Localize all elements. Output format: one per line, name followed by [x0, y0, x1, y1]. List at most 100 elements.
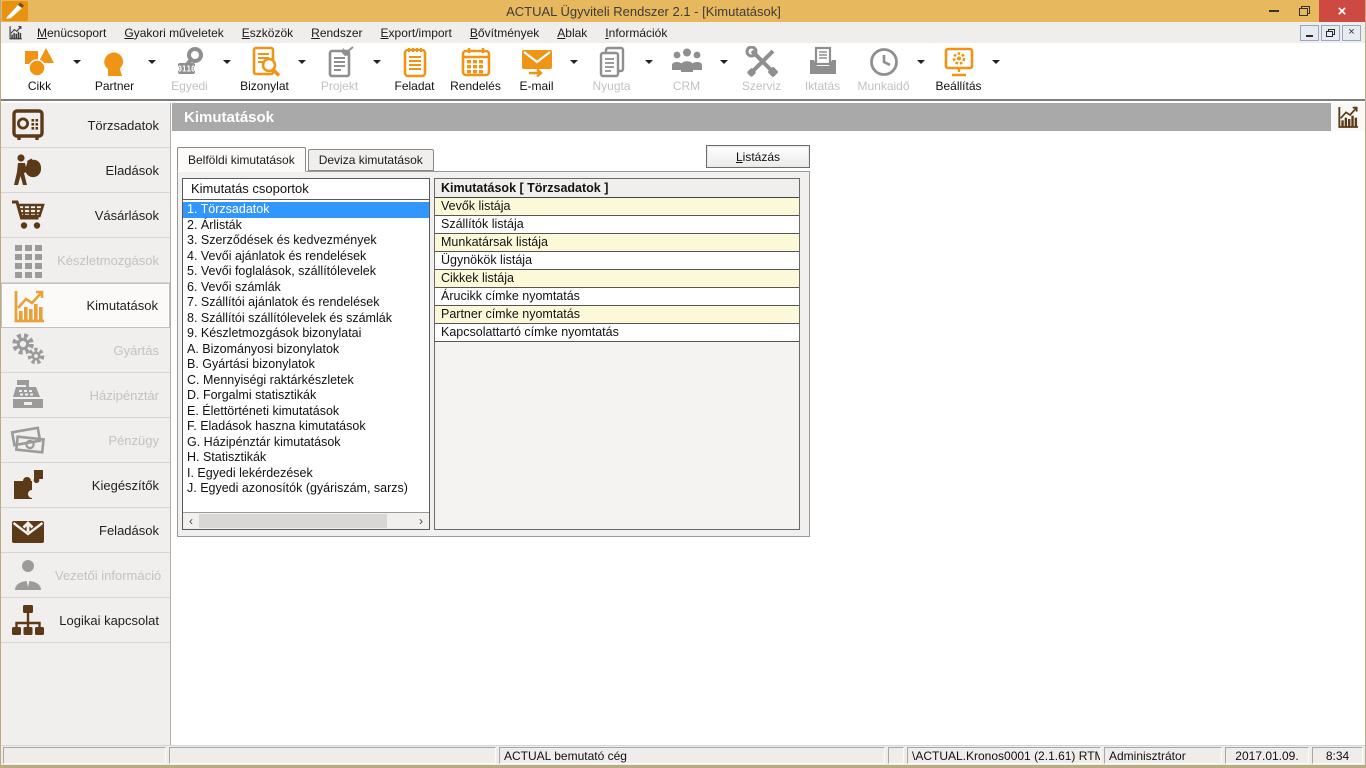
sidebar-item-elad-sok[interactable]: Eladások: [1, 148, 170, 193]
mdi-window-controls: ×: [1300, 25, 1365, 41]
status-time: 8:34: [1312, 747, 1363, 764]
group-list-item[interactable]: I. Egyedi lekérdezések: [183, 466, 429, 482]
dropdown-arrow-icon: [642, 46, 656, 78]
report-row[interactable]: Partner címke nyomtatás: [435, 306, 799, 324]
toolbar-item-label: Nyugta: [592, 79, 630, 93]
close-button[interactable]: ×: [1319, 0, 1365, 22]
toolbar-item-iktat-s: Iktatás: [792, 46, 853, 93]
menu-item-eszk-z-k[interactable]: Eszközök: [233, 23, 302, 43]
people-icon: [670, 46, 704, 78]
sidebar-item-k-szletmozg-sok: Készletmozgások: [1, 238, 170, 283]
group-list-item[interactable]: 8. Szállítói szállítólevelek és számlák: [183, 311, 429, 327]
menu-item-inform-ci-k[interactable]: Információk: [596, 23, 676, 43]
gears-icon: [1, 332, 55, 368]
dropdown-arrow-icon[interactable]: [145, 46, 159, 78]
status-empty-1: [3, 747, 166, 764]
toolbar-item-cikk[interactable]: Cikk: [9, 46, 84, 93]
app-logo-icon: [2, 1, 28, 21]
mdi-minimize-button[interactable]: [1300, 25, 1319, 41]
dropdown-arrow-icon[interactable]: [70, 46, 84, 78]
group-list-item[interactable]: C. Mennyiségi raktárkészletek: [183, 373, 429, 389]
sidebar-item-label: Logikai kapcsolat: [55, 613, 170, 628]
archive-icon: [806, 46, 840, 78]
clock-icon: [867, 46, 901, 78]
dropdown-arrow-icon[interactable]: [989, 46, 1003, 78]
chart-icon: [2, 288, 56, 324]
scroll-left-icon[interactable]: ‹: [183, 514, 199, 528]
group-list-item[interactable]: H. Statisztikák: [183, 450, 429, 466]
report-row[interactable]: Vevők listája: [435, 198, 799, 216]
restore-button[interactable]: [1289, 0, 1319, 22]
menu-item-rendszer[interactable]: Rendszer: [302, 23, 371, 43]
minimize-button[interactable]: [1259, 0, 1289, 22]
menu-item-men-csoport[interactable]: Menücsoport: [28, 23, 115, 43]
tab-deviza-kimutat-sok[interactable]: Deviza kimutatások: [308, 149, 434, 171]
tab-page: Kimutatás csoportok 1. Törzsadatok2. Árl…: [177, 171, 810, 537]
group-list-item[interactable]: B. Gyártási bizonylatok: [183, 357, 429, 373]
toolbar-item-feladat[interactable]: Feladat: [384, 46, 445, 93]
mdi-close-button[interactable]: ×: [1342, 25, 1361, 41]
toolbar-item-label: Bizonylat: [240, 79, 289, 93]
sidebar-item-t-rzsadatok[interactable]: Törzsadatok: [1, 103, 170, 148]
toolbar-item-egyedi: 0110Egyedi: [159, 46, 234, 93]
sidebar-item-felad-sok[interactable]: Feladások: [1, 508, 170, 553]
horizontal-scrollbar[interactable]: ‹ ›: [183, 512, 429, 529]
menu-item-export-import[interactable]: Export/import: [372, 23, 461, 43]
group-list-item[interactable]: 2. Árlisták: [183, 218, 429, 234]
group-list-item[interactable]: J. Egyedi azonosítók (gyáriszám, sarzs): [183, 481, 429, 497]
report-row[interactable]: Szállítók listája: [435, 216, 799, 234]
sidebar-item-h-zip-nzt-r: Házipénztár: [1, 373, 170, 418]
group-list-item[interactable]: 5. Vevői foglalások, szállítólevelek: [183, 264, 429, 280]
group-list-item[interactable]: 4. Vevői ajánlatok és rendelések: [183, 249, 429, 265]
group-list-item[interactable]: F. Eladások haszna kimutatások: [183, 419, 429, 435]
group-list-item[interactable]: E. Élettörténeti kimutatások: [183, 404, 429, 420]
toolbar-item-label: CRM: [673, 79, 700, 93]
sidebar-item-label: Vezetői információ: [55, 568, 172, 583]
toolbar-item-bizonylat[interactable]: Bizonylat: [234, 46, 309, 93]
group-list-item[interactable]: A. Bizományosi bizonylatok: [183, 342, 429, 358]
sidebar-item-label: Pénzügy: [55, 433, 170, 448]
tab-belf-ldi-kimutat-sok[interactable]: Belföldi kimutatások: [177, 147, 306, 172]
sidebar-item-vezet-i-inform-ci: Vezetői információ: [1, 553, 170, 598]
window-title: ACTUAL Ügyviteli Rendszer 2.1 - [Kimutat…: [28, 4, 1259, 19]
group-list-item[interactable]: 9. Készletmozgások bizonylatai: [183, 326, 429, 342]
toolbar-item-rendel-s[interactable]: Rendelés: [445, 46, 506, 93]
toolbar-item-munkaid: Munkaidő: [853, 46, 928, 93]
sidebar-item-logikai-kapcsolat[interactable]: Logikai kapcsolat: [1, 598, 170, 643]
sidebar-item-v-s-rl-sok[interactable]: Vásárlások: [1, 193, 170, 238]
report-row[interactable]: Munkatársak listája: [435, 234, 799, 252]
dropdown-arrow-icon[interactable]: [295, 46, 309, 78]
toolbar-item-szerviz: Szerviz: [731, 46, 792, 93]
toolbar-item-e-mail[interactable]: E-mail: [506, 46, 581, 93]
status-bar: ACTUAL bemutató cég\ACTUAL.Kronos0001 (2…: [1, 745, 1365, 765]
group-list-item[interactable]: 1. Törzsadatok: [183, 202, 429, 218]
report-groups-listbox: Kimutatás csoportok 1. Törzsadatok2. Árl…: [182, 178, 430, 530]
toolbar-item-partner[interactable]: Partner: [84, 46, 159, 93]
scroll-right-icon[interactable]: ›: [413, 514, 429, 528]
report-row[interactable]: Kapcsolattartó címke nyomtatás: [435, 324, 799, 342]
menu-item-gyakori-m-veletek[interactable]: Gyakori műveletek: [115, 23, 232, 43]
report-row[interactable]: Ügynökök listája: [435, 252, 799, 270]
group-list-item[interactable]: 7. Szállítói ajánlatok és rendelések: [183, 295, 429, 311]
status-empty-3: [888, 747, 904, 764]
scrollbar-thumb[interactable]: [199, 514, 387, 528]
menu-item-ablak[interactable]: Ablak: [548, 23, 596, 43]
group-list-item[interactable]: 3. Szerződések és kedvezmények: [183, 233, 429, 249]
sidebar-item-kieg-sz-t-k[interactable]: Kiegészítők: [1, 463, 170, 508]
toolbar-item-label: Partner: [95, 79, 134, 93]
dropdown-arrow-icon[interactable]: [567, 46, 581, 78]
report-row[interactable]: Cikkek listája: [435, 270, 799, 288]
toolbar-item-be-ll-t-s[interactable]: Beállítás: [928, 46, 1003, 93]
grid-icon: [1, 242, 55, 278]
group-list-item[interactable]: 6. Vevői számlák: [183, 280, 429, 296]
report-row[interactable]: Árucikk címke nyomtatás: [435, 288, 799, 306]
listazas-button[interactable]: Listázás: [706, 145, 810, 168]
toolbar-item-projekt: Projekt: [309, 46, 384, 93]
group-list-item[interactable]: D. Forgalmi statisztikák: [183, 388, 429, 404]
envelope-icon: [520, 46, 554, 78]
mdi-restore-button[interactable]: [1321, 25, 1340, 41]
menu-item-b-v-tm-nyek[interactable]: Bővítmények: [461, 23, 548, 43]
sidebar-item-kimutat-sok[interactable]: Kimutatások: [1, 283, 170, 328]
group-list-item[interactable]: G. Házipénztár kimutatások: [183, 435, 429, 451]
sidebar-item-label: Házipénztár: [55, 388, 170, 403]
